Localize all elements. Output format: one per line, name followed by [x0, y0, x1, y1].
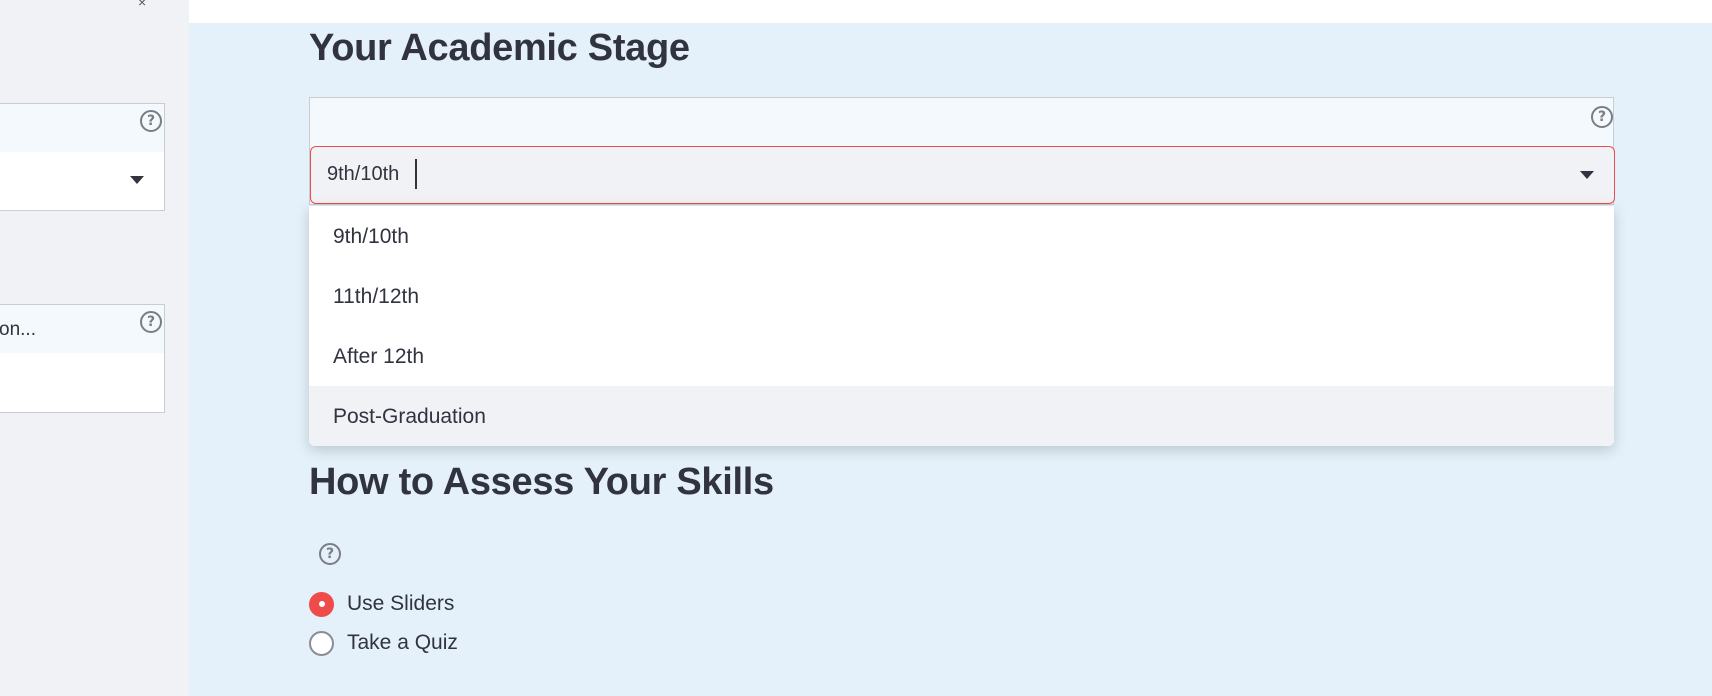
radio-option-sliders[interactable]: Use Sliders — [309, 589, 454, 619]
radio-button[interactable] — [309, 630, 334, 656]
sidebar-select[interactable]: ? — [0, 103, 165, 211]
caret-down-icon[interactable] — [130, 176, 144, 184]
assess-skills-heading: How to Assess Your Skills — [309, 461, 774, 503]
academic-stage-select[interactable]: 9th/10th — [310, 146, 1615, 204]
select-current-value[interactable]: 9th/10th — [327, 163, 399, 186]
radio-option-quiz[interactable]: Take a Quiz — [309, 628, 458, 658]
help-icon[interactable]: ? — [140, 311, 162, 333]
radio-button-selected[interactable] — [309, 591, 334, 617]
sidebar-input-label-band: on... ? — [0, 305, 164, 353]
dropdown-option[interactable]: 9th/10th — [309, 206, 1614, 266]
academic-stage-heading: Your Academic Stage — [309, 27, 690, 69]
sidebar-input-label: on... — [0, 319, 36, 340]
radio-label[interactable]: Take a Quiz — [347, 631, 458, 655]
academic-stage-select-container: ? 9th/10th — [309, 97, 1615, 205]
caret-down-icon[interactable] — [1580, 171, 1594, 179]
dropdown-option[interactable]: After 12th — [309, 326, 1614, 386]
sidebar-input[interactable]: on... ? — [0, 304, 165, 413]
dropdown-option[interactable]: 11th/12th — [309, 266, 1614, 326]
sidebar-select-label-band: ? — [0, 104, 164, 152]
radio-label[interactable]: Use Sliders — [347, 592, 454, 616]
dropdown-option-hovered[interactable]: Post-Graduation — [309, 386, 1614, 446]
top-bar — [189, 0, 1712, 23]
main-content: Your Academic Stage ? 9th/10th 9th/10th … — [189, 23, 1712, 696]
text-cursor — [415, 159, 417, 189]
academic-stage-dropdown-menu: 9th/10th 11th/12th After 12th Post-Gradu… — [309, 206, 1614, 446]
help-icon[interactable]: ? — [1591, 106, 1613, 128]
help-icon[interactable]: ? — [140, 110, 162, 132]
sidebar: × ? on... ? — [0, 0, 189, 696]
close-icon[interactable]: × — [138, 0, 156, 10]
help-icon[interactable]: ? — [319, 543, 341, 565]
